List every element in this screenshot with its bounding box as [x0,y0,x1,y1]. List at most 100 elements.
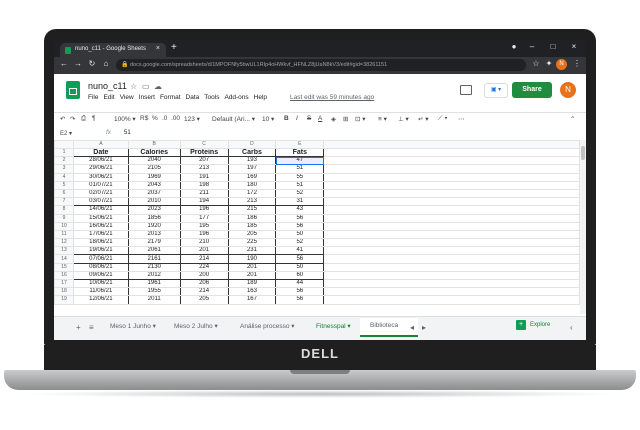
table-cell[interactable]: 03/07/21 [72,197,129,207]
text-color-button[interactable]: A [318,115,322,122]
spreadsheet-grid[interactable]: A B C D E 1 Date Calories Proteins Carbs… [54,140,580,314]
table-cell[interactable]: 198 [179,180,229,190]
table-cell[interactable]: 211 [179,188,229,199]
table-cell[interactable]: 17/06/21 [72,229,129,240]
table-cell[interactable]: 1955 [127,287,181,297]
menu-help[interactable]: Help [254,94,267,101]
row-number[interactable]: 4 [54,172,74,182]
table-cell[interactable]: 2061 [127,246,181,256]
table-cell[interactable]: 214 [179,287,229,297]
empty-cell[interactable] [323,246,580,256]
scroll-tabs-right-icon[interactable]: ▸ [422,323,426,332]
table-cell[interactable]: 231 [227,246,277,256]
table-cell[interactable]: 2161 [127,254,181,264]
table-cell[interactable]: 180 [227,180,277,190]
table-cell[interactable]: 2012 [127,270,181,281]
column-header-b[interactable]: B [127,140,181,149]
column-header-d[interactable]: D [227,140,277,149]
menu-insert[interactable]: Insert [139,94,155,101]
currency-format-button[interactable]: R$ [140,115,148,122]
table-cell[interactable]: 2179 [127,238,181,248]
row-number[interactable]: 19 [54,295,74,305]
present-to-meeting-button[interactable]: ▣ ▾ [484,83,508,98]
table-cell[interactable]: 2023 [127,205,181,215]
table-cell[interactable]: 169 [227,172,277,182]
print-icon[interactable]: ⎙ [81,115,86,123]
text-rotation-icon[interactable]: ⟋ ▾ [438,115,448,123]
table-cell[interactable]: 47 [275,156,325,166]
table-cell[interactable]: 30/06/21 [72,172,129,182]
empty-cell[interactable] [323,229,580,240]
table-cell[interactable]: 2010 [127,197,181,207]
sheet-tab-analise[interactable]: Análise processo ▾ [240,322,295,330]
undo-icon[interactable]: ↶ [60,115,65,123]
table-cell[interactable]: 56 [275,221,325,231]
table-cell[interactable]: 185 [227,221,277,231]
table-cell[interactable]: 206 [179,278,229,289]
side-panel-toggle-icon[interactable]: ‹ [570,323,573,332]
empty-cell[interactable] [323,238,580,248]
percent-format-button[interactable]: % [152,115,158,122]
row-number[interactable]: 14 [54,254,74,264]
table-cell[interactable]: 56 [275,254,325,264]
empty-cell[interactable] [323,164,580,174]
table-cell[interactable]: 41 [275,246,325,256]
extensions-icon[interactable]: ✦ [543,59,555,68]
table-cell[interactable]: 60 [275,270,325,281]
borders-icon[interactable]: ⊞ [343,115,348,123]
table-cell[interactable]: 12/06/21 [72,295,129,305]
row-number[interactable]: 1 [54,147,74,158]
table-cell[interactable]: 01/07/21 [72,180,129,190]
menu-file[interactable]: File [88,94,98,101]
last-edit-link[interactable]: Last edit was 59 minutes ago [290,94,374,101]
table-cell[interactable]: 163 [227,287,277,297]
empty-cell[interactable] [323,172,580,182]
table-cell[interactable]: 56 [275,295,325,305]
table-cell[interactable]: 56 [275,287,325,297]
table-cell[interactable]: 207 [179,156,229,166]
table-cell[interactable]: 213 [179,164,229,174]
cloud-status-icon[interactable]: ☁ [154,82,162,91]
table-cell[interactable]: 2037 [127,188,181,199]
table-cell[interactable]: 2040 [127,156,181,166]
table-cell[interactable]: 225 [227,238,277,248]
column-header-e[interactable]: E [275,140,325,149]
table-cell[interactable]: 44 [275,278,325,289]
table-cell[interactable]: 189 [227,278,277,289]
row-number[interactable]: 6 [54,188,74,199]
table-cell[interactable]: 167 [227,295,277,305]
table-cell[interactable]: 191 [179,172,229,182]
table-cell[interactable]: 1920 [127,221,181,231]
scrollbar-thumb[interactable] [581,146,585,160]
table-cell[interactable]: 10/06/21 [72,278,129,289]
menu-view[interactable]: View [120,94,134,101]
column-header-a[interactable]: A [72,140,129,149]
table-cell[interactable]: 172 [227,188,277,199]
horizontal-align-icon[interactable]: ≡ ▾ [378,115,387,123]
table-cell[interactable]: 2043 [127,180,181,190]
vertical-scrollbar[interactable] [580,140,586,314]
table-cell[interactable]: 07/06/21 [72,254,129,264]
table-cell[interactable]: 55 [275,172,325,182]
table-cell[interactable]: 201 [179,246,229,256]
home-icon[interactable]: ⌂ [100,59,112,68]
row-number[interactable]: 17 [54,278,74,289]
user-avatar[interactable]: N [560,82,576,98]
table-cell[interactable]: 196 [179,229,229,240]
table-cell[interactable]: 09/06/21 [72,270,129,281]
table-cell[interactable]: 11/06/21 [72,287,129,297]
minimize-icon[interactable]: – [524,42,540,51]
sheet-tab-meso-1[interactable]: Meso 1 Junho ▾ [110,322,156,330]
sheet-tab-fitnesspal[interactable]: Fitnesspal ▾ [316,322,351,330]
table-cell[interactable]: 195 [179,221,229,231]
empty-cell[interactable] [323,180,580,190]
italic-button[interactable]: I [296,115,298,122]
menu-tools[interactable]: Tools [204,94,219,101]
table-cell[interactable]: 205 [179,295,229,305]
table-cell[interactable]: 224 [179,262,229,272]
more-tools-icon[interactable]: ⋯ [458,115,465,123]
font-select[interactable]: Default (Ari... ▾ [212,115,255,123]
empty-cell[interactable] [323,156,580,166]
column-header-c[interactable]: C [179,140,229,149]
close-tab-icon[interactable]: × [156,45,160,52]
